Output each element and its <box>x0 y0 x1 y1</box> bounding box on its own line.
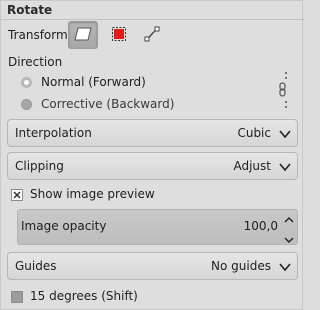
show-preview-label[interactable]: Show image preview <box>30 187 155 201</box>
clipping-value: Adjust <box>233 159 271 173</box>
chevron-down-icon <box>279 161 291 172</box>
image-opacity-spinscale[interactable]: Image opacity 100,0 <box>17 209 298 245</box>
chain-link-icon[interactable] <box>276 71 288 111</box>
guides-value: No guides <box>211 259 271 273</box>
interpolation-label: Interpolation <box>15 126 92 140</box>
transform-path-icon <box>143 25 161 46</box>
show-preview-checkbox[interactable] <box>11 189 23 201</box>
image-opacity-value: 100,0 <box>243 219 278 233</box>
direction-corrective-label: Corrective (Backward) <box>41 97 175 111</box>
interpolation-value: Cubic <box>237 126 271 140</box>
rotate-tool-options: Rotate Transform: Direction Normal (Forw… <box>0 0 304 310</box>
chevron-down-icon <box>279 128 291 139</box>
image-opacity-label: Image opacity <box>21 219 107 233</box>
transform-layer-icon <box>74 27 92 44</box>
constrain-15-degrees-checkbox[interactable] <box>11 291 23 303</box>
panel-title: Rotate <box>7 3 53 17</box>
clipping-label: Clipping <box>15 159 64 173</box>
guides-label: Guides <box>15 259 57 273</box>
direction-corrective-radio[interactable]: Corrective (Backward) <box>21 97 174 111</box>
radio-selected-indicator <box>21 76 32 88</box>
transform-selection-icon <box>111 26 127 45</box>
spin-up-icon[interactable] <box>284 213 294 223</box>
transform-label: Transform: <box>8 28 72 42</box>
interpolation-combo[interactable]: Interpolation Cubic <box>7 119 298 147</box>
direction-normal-label: Normal (Forward) <box>41 75 146 89</box>
spin-down-icon[interactable] <box>284 233 294 243</box>
checkmark-icon <box>13 191 21 199</box>
chevron-down-icon <box>279 261 291 272</box>
clipping-combo[interactable]: Clipping Adjust <box>7 152 298 180</box>
transform-layer-button[interactable] <box>68 21 98 49</box>
direction-normal-radio[interactable]: Normal (Forward) <box>21 75 146 89</box>
transform-path-button[interactable] <box>137 21 167 49</box>
transform-selection-button[interactable] <box>104 21 134 49</box>
direction-label: Direction <box>8 55 63 69</box>
title-divider <box>1 19 304 20</box>
radio-unselected-indicator <box>21 98 32 110</box>
guides-combo[interactable]: Guides No guides <box>7 252 298 280</box>
constrain-15-degrees-label[interactable]: 15 degrees (Shift) <box>30 289 138 303</box>
